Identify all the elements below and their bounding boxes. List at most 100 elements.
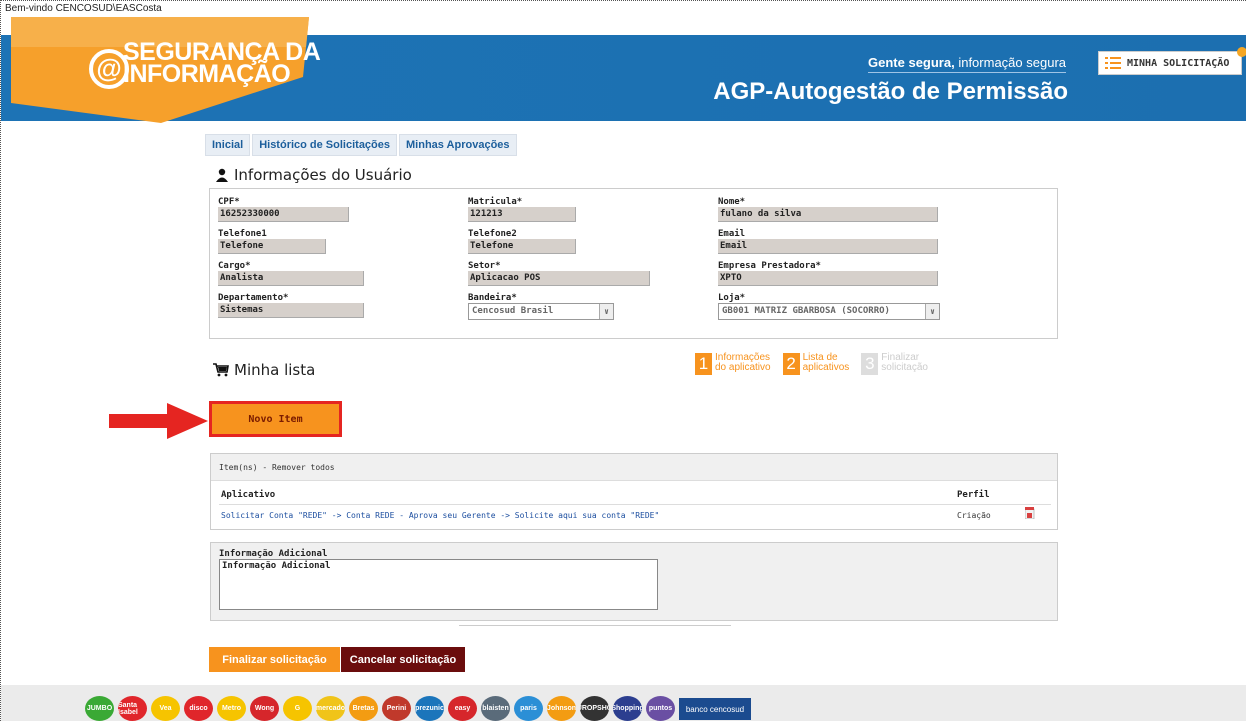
items-table: Item(ns) - Remover todos Aplicativo Perf… <box>210 453 1058 530</box>
telefone1-field: Telefone1 Telefone <box>218 229 326 254</box>
empresa-field: Empresa Prestadora* XPTO <box>718 261 938 286</box>
cargo-field: Cargo* Analista <box>218 261 364 286</box>
brand-logo: Shopping <box>613 696 642 721</box>
notification-badge <box>1237 47 1246 57</box>
progress-steps: 1 Informações do aplicativo 2 Lista de apl… <box>695 353 928 375</box>
loja-value: GB001 MATRIZ GBARBOSA (SOCORRO) <box>722 306 890 316</box>
loja-field: Loja* GB001 MATRIZ GBARBOSA (SOCORRO) ∨ <box>718 293 940 320</box>
step-3-line2: solicitação <box>881 362 928 373</box>
telefone2-label: Telefone2 <box>468 229 517 239</box>
bandeira-field: Bandeira* Cencosud Brasil ∨ <box>468 293 614 320</box>
brand-logo: Perini <box>382 696 411 721</box>
brand-logo: mercado <box>316 696 345 721</box>
tab-inicial[interactable]: Inicial <box>205 134 251 156</box>
step-2-label: Lista de aplicativos <box>803 353 850 373</box>
table-row-perfil: Criação <box>957 511 991 520</box>
cpf-field: CPF* 16252330000 <box>218 197 349 222</box>
bandeira-select[interactable]: Cencosud Brasil ∨ <box>468 303 614 320</box>
tab-historico[interactable]: Histórico de Solicitações <box>252 134 398 156</box>
telefone2-field: Telefone2 Telefone <box>468 229 576 254</box>
brand-logo: Vea <box>151 696 180 721</box>
bandeira-value: Cencosud Brasil <box>472 306 554 316</box>
info-adicional-textarea[interactable]: Informação Adicional <box>219 559 658 610</box>
row-divider <box>219 504 1051 505</box>
brand-logos: JUMBO Santa Isabel Vea disco Metro Wong Gmerca… <box>85 696 751 721</box>
email-field: Email Email <box>718 229 938 254</box>
departamento-field: Departamento* Sistemas <box>218 293 364 318</box>
page: Bem-vindo CENCOSUD\EASCosta @ SEGURANÇA … <box>0 0 1246 721</box>
step-3: 3 Finalizar solicitação <box>861 353 928 375</box>
brand-logo: EUROPSHOP <box>580 696 609 721</box>
brand-logo: Bretas <box>349 696 378 721</box>
cart-icon <box>213 363 229 377</box>
user-info-title-text: Informações do Usuário <box>234 166 412 184</box>
nome-input[interactable]: fulano da silva <box>718 207 938 222</box>
setor-input[interactable]: Aplicacao POS <box>468 271 650 286</box>
red-arrow-icon <box>109 403 208 439</box>
brand-logo: paris <box>514 696 543 721</box>
telefone2-input[interactable]: Telefone <box>468 239 576 254</box>
logo-text: SEGURANÇA DA INFORMAÇÃO <box>123 40 321 88</box>
welcome-text: Bem-vindo CENCOSUD\EASCosta <box>5 3 162 14</box>
nav-tabs: Inicial Histórico de Solicitações Minhas… <box>205 134 517 156</box>
brand-logo: G <box>283 696 312 721</box>
cpf-label: CPF* <box>218 197 240 207</box>
loja-select[interactable]: GB001 MATRIZ GBARBOSA (SOCORRO) ∨ <box>718 303 940 320</box>
delete-icon[interactable] <box>1025 507 1035 519</box>
departamento-input[interactable]: Sistemas <box>218 303 364 318</box>
step-3-number: 3 <box>861 353 879 375</box>
empresa-input[interactable]: XPTO <box>718 271 938 286</box>
departamento-label: Departamento* <box>218 293 289 303</box>
step-1: 1 Informações do aplicativo <box>695 353 771 375</box>
step-2-line2: aplicativos <box>802 362 850 373</box>
list-icon <box>1105 57 1121 69</box>
brand-logo: easy <box>448 696 477 721</box>
chevron-down-icon[interactable]: ∨ <box>599 304 613 319</box>
matricula-input[interactable]: 121213 <box>468 207 576 222</box>
user-icon <box>216 168 228 182</box>
telefone1-label: Telefone1 <box>218 229 267 239</box>
brand-logo: blaisten <box>481 696 510 721</box>
nome-label: Nome* <box>718 197 746 207</box>
info-adicional-label: Informação Adicional <box>219 549 328 559</box>
cpf-input[interactable]: 16252330000 <box>218 207 349 222</box>
cargo-label: Cargo* <box>218 261 251 271</box>
chevron-down-icon[interactable]: ∨ <box>925 304 939 319</box>
app-title: AGP-Autogestão de Permissão <box>713 78 1068 105</box>
divider <box>459 625 731 626</box>
user-info-title: Informações do Usuário <box>215 166 412 184</box>
step-1-line2: do aplicativo <box>715 362 771 373</box>
matricula-label: Matricula* <box>468 197 523 207</box>
email-label: Email <box>718 229 746 239</box>
tagline-bold: Gente segura, <box>868 55 955 70</box>
col-perfil: Perfil <box>957 490 990 500</box>
tagline-rest: informação segura <box>954 55 1066 70</box>
matricula-field: Matricula* 121213 <box>468 197 576 222</box>
empresa-label: Empresa Prestadora* <box>718 261 821 271</box>
tab-aprovacoes[interactable]: Minhas Aprovações <box>399 134 517 156</box>
brand-logo: Johnson <box>547 696 576 721</box>
minha-solicitacao-label: MINHA SOLICITAÇÃO <box>1127 57 1230 69</box>
logo-line2: INFORMAÇÃO <box>123 60 291 88</box>
step-3-label: Finalizar solicitação <box>881 353 928 373</box>
telefone1-input[interactable]: Telefone <box>218 239 326 254</box>
minha-solicitacao-button[interactable]: MINHA SOLICITAÇÃO <box>1098 51 1242 75</box>
brand-logo: Wong <box>250 696 279 721</box>
step-1-number: 1 <box>695 353 712 375</box>
brand-logo: Metro <box>217 696 246 721</box>
minha-lista-title: Minha lista <box>213 361 315 379</box>
tagline: Gente segura, informação segura <box>868 55 1066 73</box>
cancelar-button[interactable]: Cancelar solicitação <box>341 647 465 672</box>
email-input[interactable]: Email <box>718 239 938 254</box>
finalizar-button[interactable]: Finalizar solicitação <box>209 647 340 672</box>
col-aplicativo: Aplicativo <box>221 490 276 500</box>
info-adicional-box: Informação Adicional Informação Adiciona… <box>210 542 1058 621</box>
table-row-aplicativo[interactable]: Solicitar Conta "REDE" -> Conta REDE - A… <box>221 511 659 520</box>
step-2: 2 Lista de aplicativos <box>782 353 850 375</box>
minha-lista-text: Minha lista <box>234 361 316 379</box>
brand-logo: prezunic <box>415 696 444 721</box>
bandeira-label: Bandeira* <box>468 293 517 303</box>
cargo-input[interactable]: Analista <box>218 271 364 286</box>
novo-item-button[interactable]: Novo Item <box>209 401 342 437</box>
items-table-header[interactable]: Item(ns) - Remover todos <box>211 454 1057 481</box>
